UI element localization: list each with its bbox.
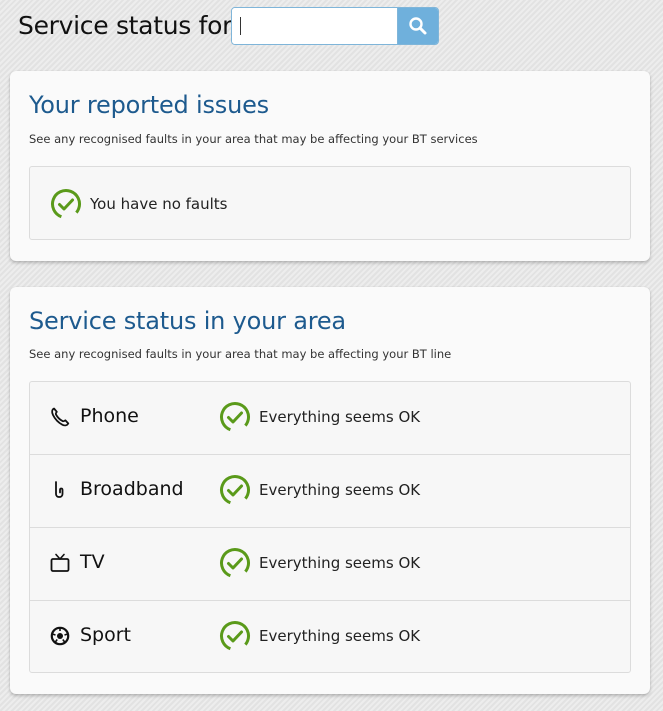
search-box[interactable] [231,7,439,45]
service-status-text: Everything seems OK [259,408,421,426]
tv-icon [50,553,70,572]
check-circle-icon [51,189,81,219]
service-status: Everything seems OK [219,547,420,579]
check-circle-icon [220,621,251,651]
service-status: Everything seems OK [219,401,420,433]
service-list: Phone Everything seems OK Broadband Ever… [29,381,631,673]
service-status: Everything seems OK [219,620,420,652]
no-faults-status: You have no faults [50,188,228,220]
service-status-text: Everything seems OK [259,627,421,645]
text-caret [240,17,241,35]
check-circle-icon [220,402,251,432]
broadband-icon [55,481,64,498]
reported-issues-panel: You have no faults [29,166,631,240]
sport-icon [50,626,70,646]
reported-issues-card: Your reported issues See any recognised … [10,71,650,261]
service-name: Sport [80,624,132,646]
search-input[interactable] [232,8,400,44]
no-faults-text: You have no faults [90,195,228,213]
service-row-broadband: Broadband Everything seems OK [30,455,630,528]
reported-issues-subtitle: See any recognised faults in your area t… [29,132,478,146]
search-icon [409,17,427,35]
service-name: Broadband [80,478,184,500]
reported-issues-title: Your reported issues [29,91,269,119]
check-circle-icon [220,548,251,578]
check-circle-icon [220,475,251,505]
service-name: Phone [80,405,139,427]
service-status-text: Everything seems OK [259,554,421,572]
service-status-text: Everything seems OK [259,481,421,499]
search-label: Service status for [18,11,233,40]
search-bar: Service status for [0,0,663,56]
service-row-tv: TV Everything seems OK [30,528,630,601]
service-row-phone: Phone Everything seems OK [30,382,630,455]
search-button[interactable] [397,8,438,44]
phone-icon [51,407,70,427]
area-status-title: Service status in your area [29,307,346,335]
area-status-card: Service status in your area See any reco… [10,287,650,694]
service-row-sport: Sport Everything seems OK [30,601,630,674]
service-status: Everything seems OK [219,474,420,506]
area-status-subtitle: See any recognised faults in your area t… [29,347,452,361]
service-name: TV [80,551,105,573]
